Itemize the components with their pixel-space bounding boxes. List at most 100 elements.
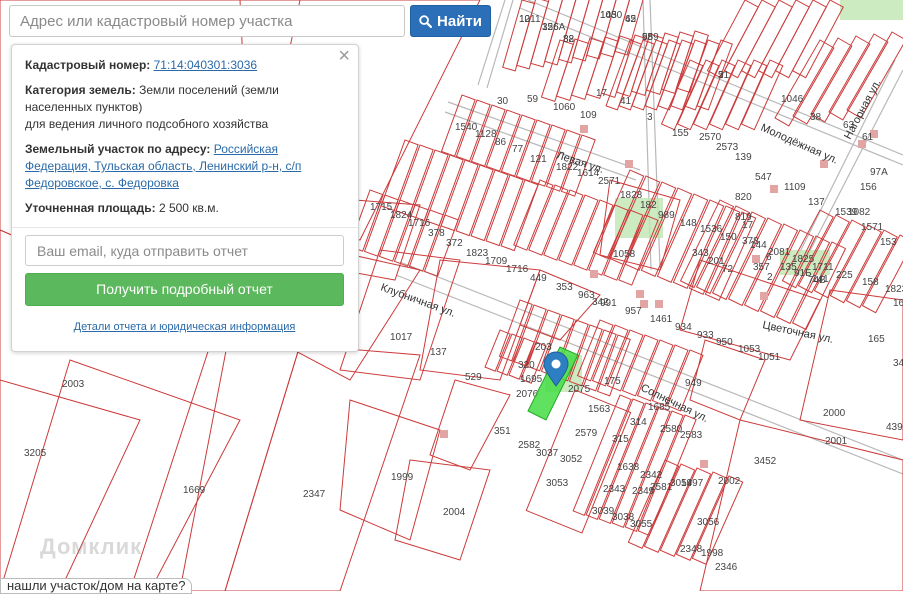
parcel-number-label: 950 xyxy=(716,337,733,348)
address-row: Земельный участок по адресу: Российская … xyxy=(25,141,344,192)
parcel-number-label: 2347 xyxy=(303,489,326,500)
area-row: Уточненная площадь: 2 500 кв.м. xyxy=(25,200,344,217)
address-link-line3[interactable]: Федоровское, с. Федоровка xyxy=(25,176,179,190)
parcel-number-label: 153 xyxy=(880,237,897,248)
parcel-number-label: 1638 xyxy=(617,462,640,473)
parcel-number-label: 72 xyxy=(722,264,734,275)
parcel-number-label: 109 xyxy=(580,110,597,121)
parcel-number-label: 957 xyxy=(625,306,642,317)
parcel-number-label: 137 xyxy=(808,197,825,208)
category-value-line1: Земли поселений (земли xyxy=(139,83,279,97)
cadastral-number-link[interactable]: 71:14:040301:3036 xyxy=(154,58,257,72)
building xyxy=(700,460,708,468)
parcel-number-label: 2004 xyxy=(443,507,466,518)
parcel-number-label: 1060 xyxy=(553,102,576,113)
parcel-number-label: 143 xyxy=(600,10,617,21)
building xyxy=(636,290,644,298)
parcel-number-label: 3037 xyxy=(536,448,559,459)
parcel-number-label: 158 xyxy=(862,277,879,288)
parcel-number-label: 1998 xyxy=(701,548,724,559)
parcel-number-label: 1669 xyxy=(183,485,206,496)
parcel-number-label: 547 xyxy=(755,172,772,183)
address-link-line2[interactable]: Федерация, Тульская область, Ленинский р… xyxy=(25,159,301,173)
parcel-number-label: 3452 xyxy=(754,456,777,467)
parcel-number-label: 315 xyxy=(612,434,629,445)
parcel-number-label: 1671 xyxy=(893,298,903,309)
parcel-number-label: 378 xyxy=(742,236,759,247)
parcel-number-label: 2342 xyxy=(640,470,663,481)
divider xyxy=(12,227,358,228)
parcel-number-label: 86 xyxy=(495,137,507,148)
usage-value: для ведения личного подсобного хозяйства xyxy=(25,117,269,131)
parcel-number-label: 17 xyxy=(596,88,608,99)
parcel-number-label: 3 xyxy=(647,112,653,123)
parcel-number-label: 3055 xyxy=(630,519,653,530)
parcel-number-label: 97А xyxy=(870,167,888,178)
parcel-number-label: 378 xyxy=(428,228,445,239)
parcel-number-label: 155 xyxy=(672,128,689,139)
parcel-number-label: 1563 xyxy=(588,404,611,415)
category-label: Категория земель: xyxy=(25,83,136,97)
parcel-number-label: 1711 xyxy=(812,262,834,273)
parcel-number-label: 3205 xyxy=(24,448,47,459)
parcel-number-label: 1128 xyxy=(475,129,497,140)
parcel-number-label: 165 xyxy=(868,334,885,345)
category-value-line2: населенных пунктов) xyxy=(25,100,143,114)
parcel-number-label: 203 xyxy=(535,342,552,353)
search-input[interactable] xyxy=(9,5,405,37)
parcel-number-label: 989 xyxy=(658,210,675,221)
parcel-number-label: 320 xyxy=(518,360,535,371)
parcel-number-label: 353 xyxy=(556,282,573,293)
parcel-number-label: 357 xyxy=(753,262,770,273)
parcel-number-label: 351 xyxy=(494,426,511,437)
area-value: 2 500 кв.м. xyxy=(158,201,219,215)
parcel-number-label: 819 xyxy=(735,212,752,223)
parcel-number-label: 2571 xyxy=(598,176,621,187)
parcel-number-label: 3453 xyxy=(893,358,903,369)
parcel-number-label: 2348 xyxy=(680,544,703,555)
parcel-number-label: 1109 xyxy=(784,182,806,193)
domclick-watermark: Домклик xyxy=(40,534,143,559)
parcel-info-panel: × Кадастровый номер: 71:14:040301:3036 К… xyxy=(11,44,359,352)
building xyxy=(655,300,663,308)
parcel-number-label: 2346 xyxy=(715,562,738,573)
close-icon[interactable]: × xyxy=(338,46,350,66)
get-report-button[interactable]: Получить подробный отчет xyxy=(25,273,344,306)
parcel-number-label: 372 xyxy=(446,238,463,249)
building xyxy=(760,292,768,300)
parcel-number-label: 156 xyxy=(542,22,559,33)
search-button[interactable]: Найти xyxy=(410,5,491,37)
parcel-number-label: 1046 xyxy=(781,94,804,105)
parcel-number-label: 38 xyxy=(810,112,822,123)
parcel-number-label: 1716 xyxy=(506,264,529,275)
parcel-number-label: 3053 xyxy=(546,478,569,489)
parcel-number-label: 150 xyxy=(720,232,737,243)
parcel-number-label: 314 xyxy=(630,417,647,428)
search-button-label: Найти xyxy=(437,12,482,30)
parcel-number-label: 439/1 xyxy=(886,422,903,433)
bottom-question-text[interactable]: нашли участок/дом на карте? xyxy=(0,578,193,594)
parcel-number-label: 148 xyxy=(680,218,697,229)
green-area xyxy=(840,0,903,20)
parcel-number-label: 137 xyxy=(430,347,447,358)
parcel-number-label: 1058 xyxy=(613,249,636,260)
parcel-number-label: 2 xyxy=(767,272,773,283)
parcel-number-label: 2343 xyxy=(603,484,626,495)
address-link-line1[interactable]: Российская xyxy=(214,142,278,156)
parcel-number-label: 5 xyxy=(718,70,724,81)
parcel-number-label: 74В xyxy=(808,275,826,286)
building xyxy=(625,160,633,168)
report-details-link[interactable]: Детали отчета и юридическая информация xyxy=(25,319,344,336)
parcel-number-label: 1082 xyxy=(848,207,871,218)
parcel-number-label: 343 xyxy=(692,248,709,259)
parcel-number-label: 58 xyxy=(642,32,654,43)
area-label: Уточненная площадь: xyxy=(25,201,156,215)
category-row: Категория земель: Земли поселений (земли… xyxy=(25,82,344,133)
building xyxy=(590,270,598,278)
parcel-number-label: 139 xyxy=(735,152,752,163)
parcel-number-label: 3052 xyxy=(560,454,583,465)
parcel-number-label: 820 xyxy=(735,192,752,203)
parcel-number-label: 449 xyxy=(530,273,547,284)
email-field[interactable] xyxy=(25,235,344,266)
parcel-number-label: 2583 xyxy=(680,430,703,441)
